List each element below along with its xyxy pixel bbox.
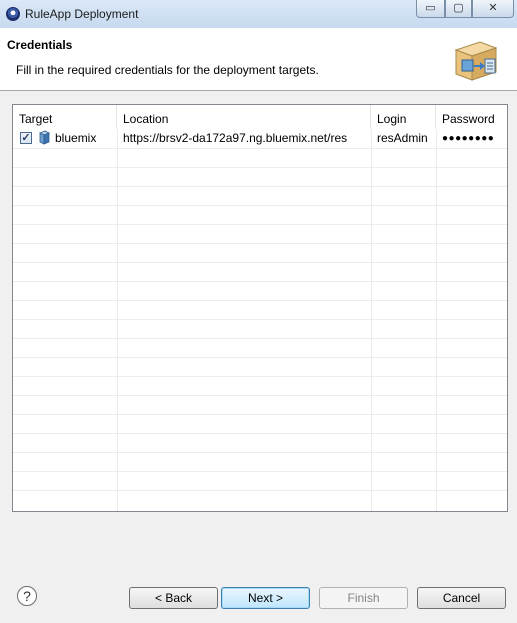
back-button[interactable]: < Back [129,587,218,609]
wizard-content: Target Location Login Password ✓ bluemix… [0,91,517,561]
page-title: Credentials [7,38,73,52]
table-grid [13,129,507,511]
window-title-bar[interactable]: RuleApp Deployment ▭ ▢ ✕ [0,0,517,28]
login-cell[interactable]: resAdmin [377,129,435,148]
table-header: Target Location Login Password [13,105,507,129]
location-cell[interactable]: https://brsv2-da172a97.ng.bluemix.net/re… [123,129,369,148]
password-cell[interactable]: ●●●●●●●● [442,129,507,148]
server-icon [39,130,50,145]
eclipse-icon [6,7,20,21]
column-header-login[interactable]: Login [371,105,436,129]
column-header-target[interactable]: Target [13,105,117,129]
page-description: Fill in the required credentials for the… [16,63,319,77]
minimize-button[interactable]: ▭ [416,0,445,18]
maximize-button[interactable]: ▢ [445,0,472,18]
cancel-button[interactable]: Cancel [417,587,506,609]
target-cell: bluemix [55,131,97,145]
credentials-table[interactable]: Target Location Login Password ✓ bluemix… [12,104,508,512]
wizard-header: Credentials Fill in the required credent… [0,28,517,91]
help-icon[interactable]: ? [17,586,37,606]
column-header-password[interactable]: Password [436,105,507,129]
finish-button[interactable]: Finish [319,587,408,609]
target-checkbox[interactable]: ✓ [20,132,32,144]
deployment-wizard-icon [454,41,498,81]
window-title: RuleApp Deployment [25,7,139,21]
column-header-location[interactable]: Location [117,105,371,129]
close-button[interactable]: ✕ [472,0,514,18]
wizard-footer: ? < Back Next > Finish Cancel [0,561,517,623]
next-button[interactable]: Next > [221,587,310,609]
table-row[interactable]: ✓ bluemix https://brsv2-da172a97.ng.blue… [13,129,507,148]
